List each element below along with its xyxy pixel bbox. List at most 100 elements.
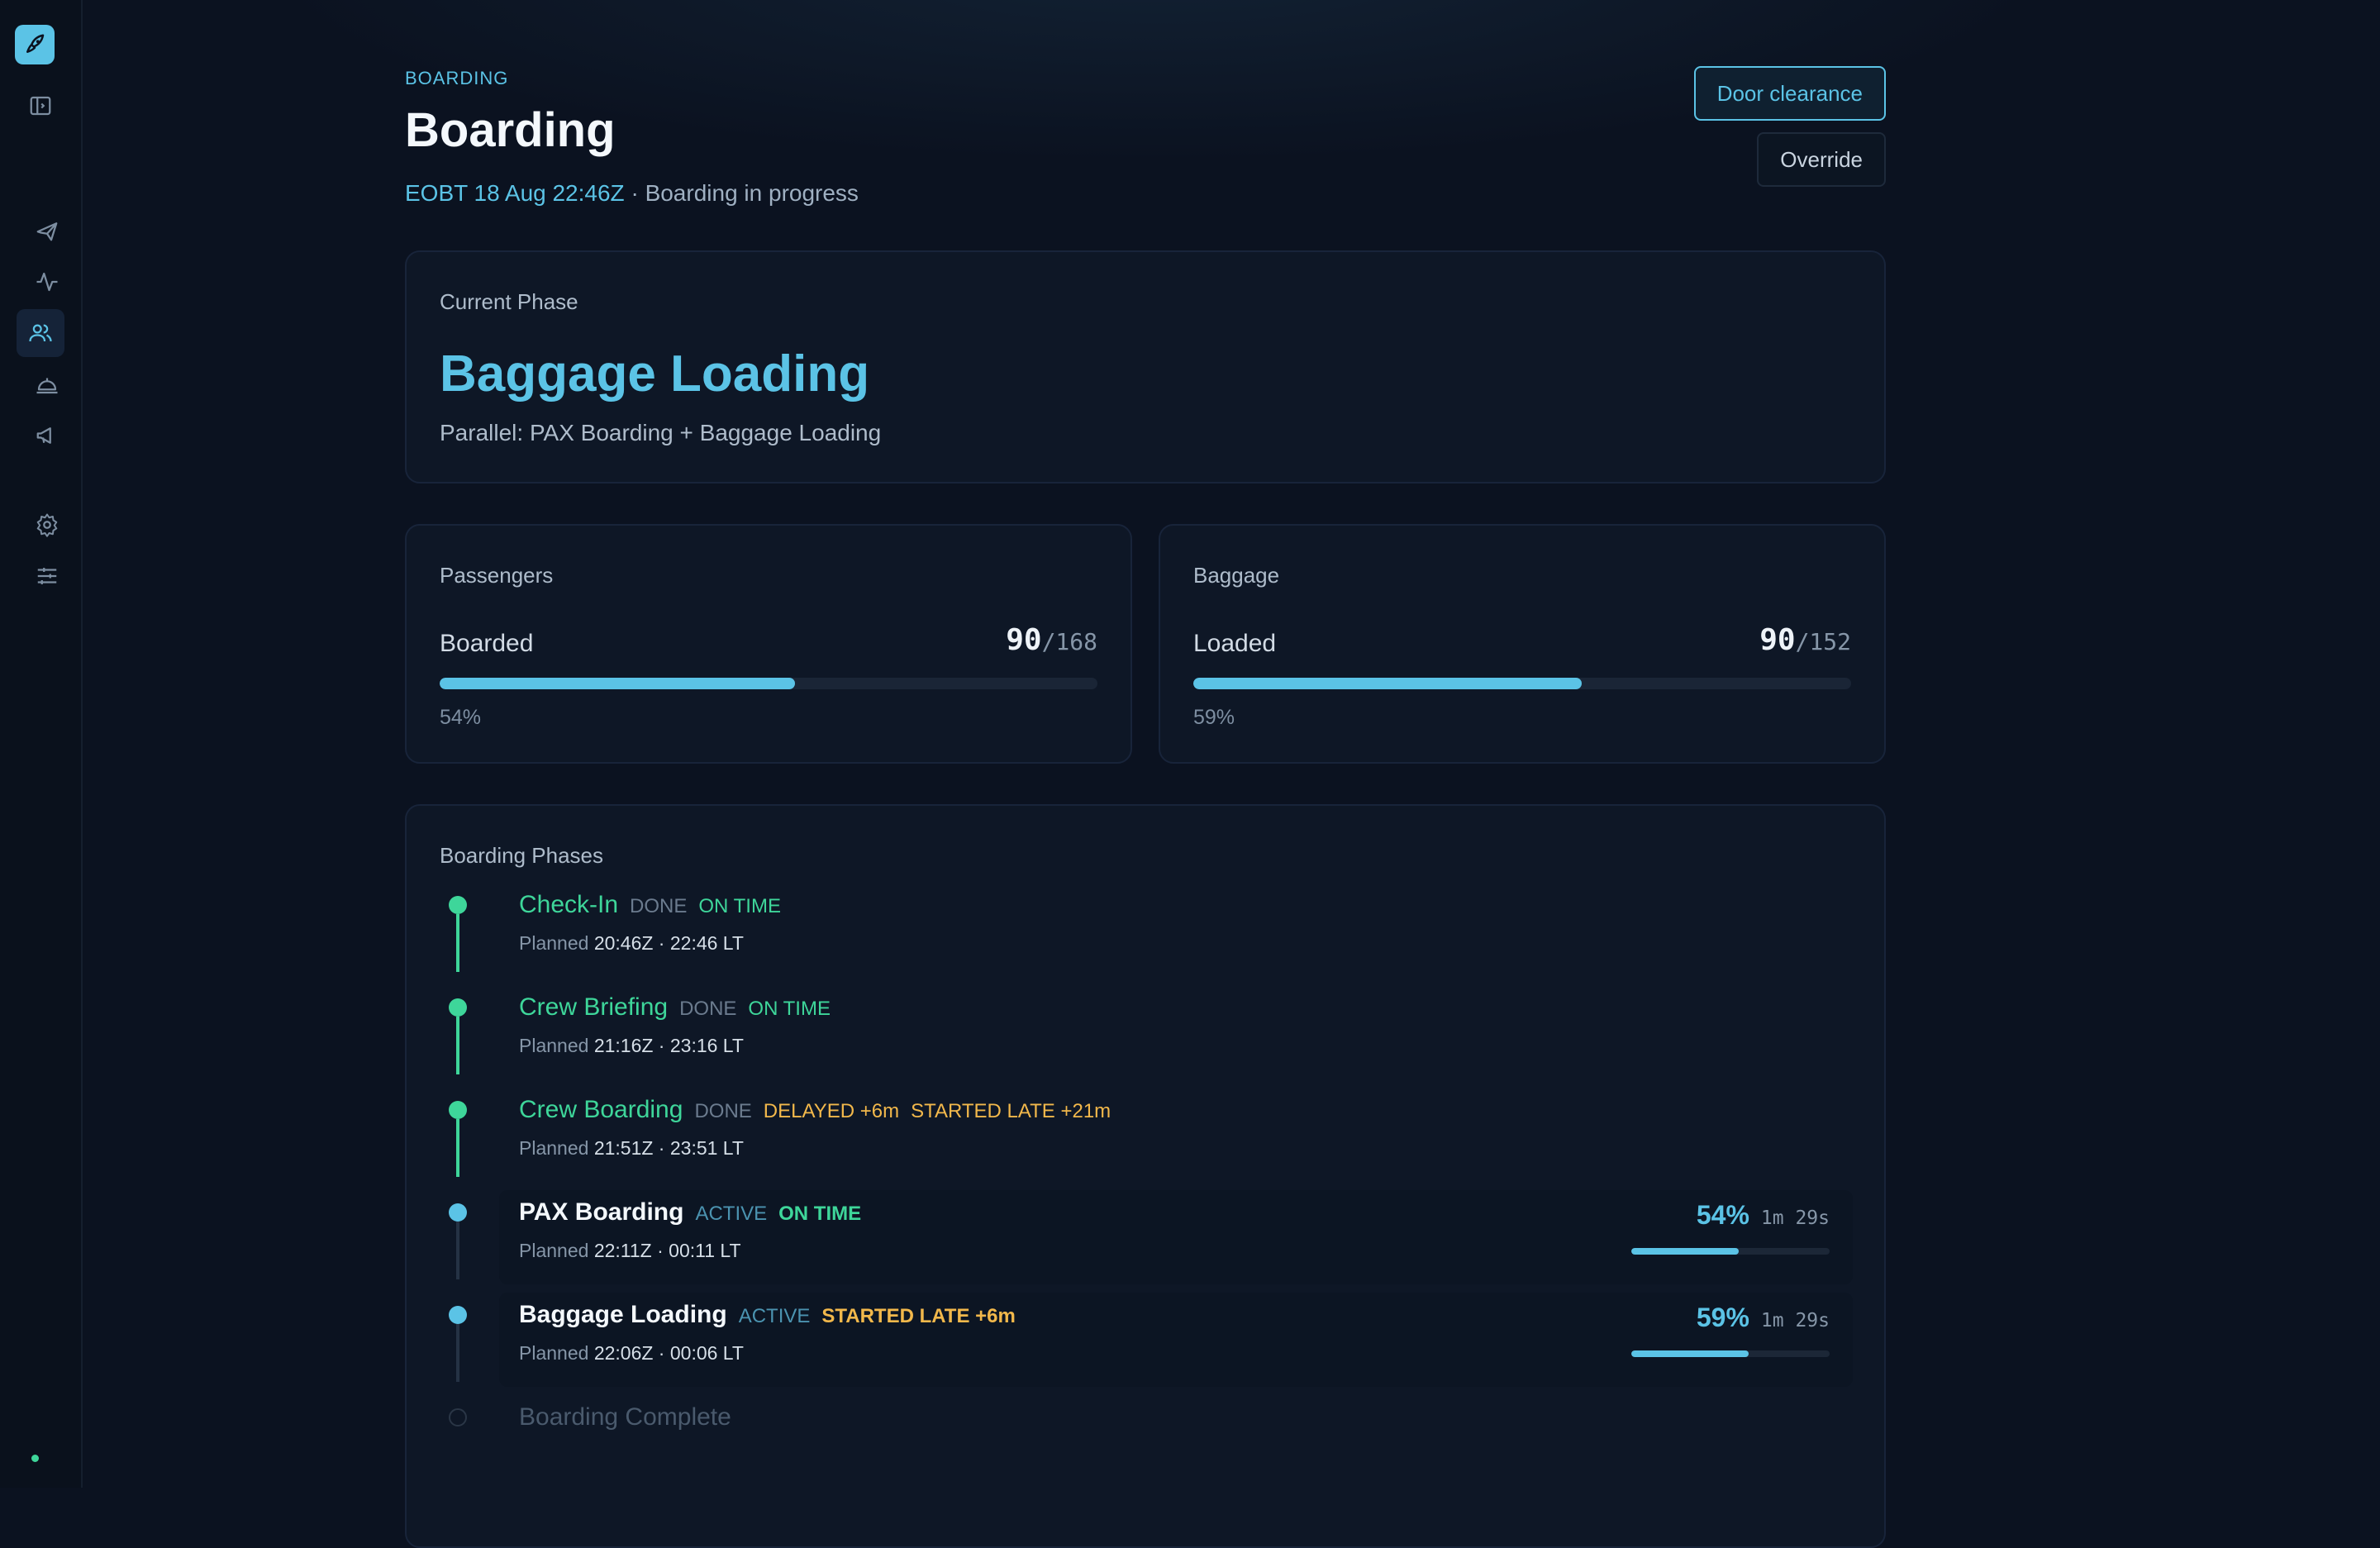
phase-title[interactable]: Check-In DONE ON TIME — [519, 891, 781, 919]
loaded-percent: 59% — [1193, 706, 1235, 729]
phase-state-badge: DONE — [630, 895, 688, 917]
planned-value: 22:06Z · 00:06 LT — [593, 1342, 744, 1364]
boarded-progress-fill — [440, 678, 795, 689]
activity-icon[interactable] — [23, 258, 71, 306]
phase-status-dot — [449, 896, 467, 914]
phase-connector-line — [456, 1324, 459, 1382]
phase-title[interactable]: PAX Boarding ACTIVE ON TIME — [519, 1198, 861, 1226]
loaded-progress-fill — [1193, 678, 1582, 689]
planned-label: Planned — [519, 1342, 594, 1364]
boarding-phases-card: Boarding Phases Check-In DONE ON TIME Plann… — [405, 804, 1886, 1548]
phase-name: PAX Boarding — [519, 1198, 684, 1226]
phase-connector-line — [456, 1017, 459, 1074]
subtitle-separator: · — [624, 180, 645, 206]
phase-title[interactable]: Crew Briefing DONE ON TIME — [519, 993, 831, 1022]
boarded-value: 90 — [1006, 623, 1042, 657]
baggage-label: Baggage — [1193, 563, 1280, 588]
planned-value: 21:51Z · 23:51 LT — [593, 1137, 744, 1159]
override-button[interactable]: Override — [1757, 132, 1886, 187]
baggage-card: Baggage Loaded 90/152 59% — [1159, 524, 1886, 764]
page-subtitle: EOBT 18 Aug 22:46Z · Boarding in progres… — [405, 180, 859, 207]
phase-progress-percent: 54% — [1696, 1200, 1749, 1230]
loaded-count: 90/152 — [1759, 623, 1851, 657]
phase-status-dot — [449, 1408, 467, 1427]
boarded-total: /168 — [1041, 628, 1097, 655]
boarding-phases-label: Boarding Phases — [440, 843, 604, 868]
passengers-card: Passengers Boarded 90/168 54% — [405, 524, 1132, 764]
boarding-status: Boarding in progress — [645, 180, 859, 206]
planned-value: 21:16Z · 23:16 LT — [593, 1035, 744, 1056]
phase-planned-time: Planned 20:46Z · 22:46 LT — [519, 932, 744, 955]
phase-progress: 59% 1m 29s — [1631, 1303, 1830, 1357]
announcements-icon[interactable] — [23, 412, 71, 460]
planned-label: Planned — [519, 1240, 594, 1261]
phase-status-dot — [449, 1306, 467, 1324]
planned-label: Planned — [519, 1035, 594, 1056]
phase-connector-line — [456, 1222, 459, 1279]
phase-connector-line — [456, 914, 459, 972]
phase-name: Crew Boarding — [519, 1096, 683, 1123]
phase-title[interactable]: Baggage Loading ACTIVE STARTED LATE +6m — [519, 1301, 1016, 1329]
settings-gear-icon[interactable] — [23, 501, 71, 549]
rocket-icon — [26, 34, 45, 53]
boarded-count: 90/168 — [1006, 623, 1097, 657]
phase-state-badge: ACTIVE — [738, 1305, 811, 1327]
sliders-icon[interactable] — [23, 552, 71, 600]
planned-value: 22:11Z · 00:11 LT — [593, 1240, 741, 1261]
phase-title[interactable]: Crew Boarding DONE DELAYED +6m STARTED LATE… — [519, 1096, 1111, 1124]
phase-timing-badge: ON TIME — [748, 998, 831, 1020]
phase-name: Check-In — [519, 891, 619, 918]
sidebar-toggle-icon[interactable] — [17, 82, 64, 130]
phase-name: Boarding Complete — [519, 1403, 731, 1431]
phase-progress-percent: 59% — [1696, 1303, 1749, 1332]
planned-label: Planned — [519, 1137, 594, 1159]
phase-timing-badge: STARTED LATE +21m — [911, 1100, 1111, 1122]
phase-planned-time: Planned 21:51Z · 23:51 LT — [519, 1137, 744, 1160]
phase-title[interactable]: Boarding Complete — [519, 1403, 731, 1431]
planned-value: 20:46Z · 22:46 LT — [593, 932, 744, 954]
boarding-users-icon[interactable] — [17, 309, 64, 357]
phase-state-badge: ACTIVE — [695, 1203, 768, 1225]
phase-connector-line — [456, 1119, 459, 1177]
phase-name: Crew Briefing — [519, 993, 669, 1021]
current-phase-label: Current Phase — [440, 289, 578, 314]
passengers-label: Passengers — [440, 563, 554, 588]
parallel-phases: Parallel: PAX Boarding + Baggage Loading — [440, 420, 882, 445]
current-phase-name: Baggage Loading — [440, 345, 870, 402]
planned-label: Planned — [519, 932, 594, 954]
page-title: Boarding — [405, 103, 616, 157]
phase-status-dot — [449, 998, 467, 1017]
door-clearance-button[interactable]: Door clearance — [1693, 66, 1886, 121]
sidebar — [0, 0, 83, 1488]
service-bell-icon[interactable] — [23, 360, 71, 408]
phase-elapsed-time: 1m 29s — [1760, 1310, 1830, 1331]
eobt-time: EOBT 18 Aug 22:46Z — [405, 180, 625, 206]
breadcrumb: BOARDING — [405, 68, 509, 88]
phase-progress: 54% 1m 29s — [1631, 1200, 1830, 1255]
phase-state-badge: DONE — [694, 1100, 752, 1122]
phase-status-dot — [449, 1101, 467, 1119]
phase-status-dot — [449, 1203, 467, 1222]
phase-progress-bar — [1631, 1248, 1830, 1255]
phase-state-badge: DONE — [679, 998, 737, 1020]
phase-timing-badge: ON TIME — [778, 1203, 862, 1225]
connection-status-dot — [31, 1455, 39, 1462]
phase-timing-badge: STARTED LATE +6m — [821, 1305, 1016, 1327]
loaded-total: /152 — [1795, 628, 1851, 655]
phase-timing-badge: DELAYED +6m — [763, 1100, 900, 1122]
current-phase-card: Current Phase Baggage Loading Parallel: … — [405, 250, 1886, 483]
flights-icon[interactable] — [23, 207, 71, 255]
phase-planned-time: Planned 22:06Z · 00:06 LT — [519, 1342, 744, 1365]
phase-planned-time: Planned 22:11Z · 00:11 LT — [519, 1240, 741, 1262]
phase-progress-fill — [1631, 1350, 1749, 1357]
phase-planned-time: Planned 21:16Z · 23:16 LT — [519, 1035, 744, 1057]
phase-timing-badge: ON TIME — [698, 895, 781, 917]
loaded-value: 90 — [1759, 623, 1796, 657]
phase-progress-fill — [1631, 1248, 1739, 1255]
boarded-percent: 54% — [440, 706, 482, 729]
phase-name: Baggage Loading — [519, 1301, 727, 1328]
boarded-progress-bar — [440, 678, 1097, 689]
loaded-progress-bar — [1193, 678, 1851, 689]
loaded-label: Loaded — [1193, 630, 1277, 657]
app-logo[interactable] — [15, 25, 55, 64]
